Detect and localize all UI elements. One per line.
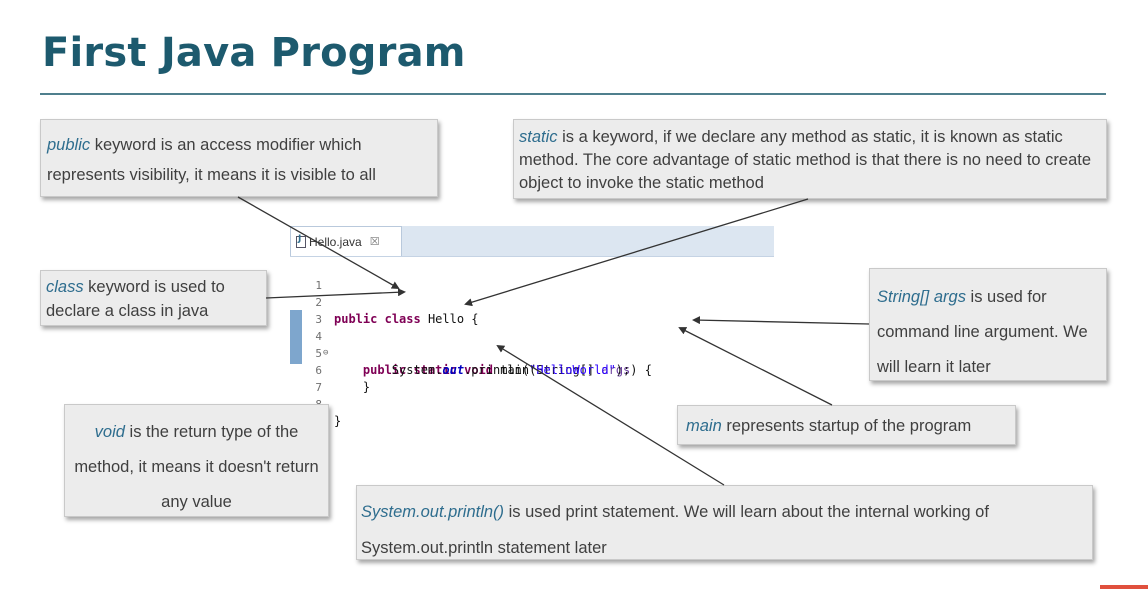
accent-bar: [1100, 585, 1148, 589]
println-keyword: System.out.println(): [361, 503, 505, 521]
tab-hello-java[interactable]: Hello.java ☒: [290, 226, 402, 256]
void-keyword: void: [94, 423, 125, 441]
code-line: 3: [290, 294, 774, 326]
code-line: 7: [290, 362, 774, 394]
code-line: 8 }: [290, 379, 774, 428]
slide-title: First Java Program: [42, 30, 466, 76]
close-icon[interactable]: ☒: [370, 235, 380, 248]
title-divider: [40, 93, 1106, 95]
code-area[interactable]: 1 2 public class Hello { 3 4 ⊖ public st…: [290, 257, 774, 428]
public-keyword: public: [47, 136, 91, 154]
class-keyword: class: [46, 278, 84, 296]
slide: First Java Program Hello.java ☒ 1 2 publ…: [0, 0, 1148, 592]
static-note: static is a keyword, if we declare any m…: [513, 119, 1107, 199]
main-note-text: represents startup of the program: [721, 417, 972, 435]
java-file-icon: [296, 234, 306, 248]
code-editor: Hello.java ☒ 1 2 public class Hello { 3 …: [290, 226, 774, 428]
code-line: 1: [290, 260, 774, 292]
string-args-keyword: String[] args: [877, 288, 966, 306]
static-keyword: static: [519, 128, 558, 146]
public-note-text: keyword is an access modifier which repr…: [47, 136, 376, 184]
public-note: public keyword is an access modifier whi…: [40, 119, 438, 197]
println-note: System.out.println() is used print state…: [356, 485, 1093, 560]
editor-tab-bar: Hello.java ☒: [290, 226, 774, 257]
string-args-note: String[] args is used for command line a…: [869, 268, 1107, 381]
class-note: class keyword is used to declare a class…: [40, 270, 267, 326]
code-line: 6 }: [290, 345, 774, 394]
main-note: main represents startup of the program: [677, 405, 1016, 445]
tab-label: Hello.java: [309, 234, 362, 249]
code-line: 5 System.out.println("HelloWorld");: [290, 328, 774, 377]
void-note: void is the return type of the method, i…: [64, 404, 329, 517]
static-note-text: is a keyword, if we declare any method a…: [519, 128, 1092, 192]
code-line: 4 ⊖ public static void main(String[] arg…: [290, 311, 774, 377]
code-text: }: [334, 414, 342, 428]
code-line: 2 public class Hello {: [290, 277, 774, 326]
main-keyword: main: [686, 417, 722, 435]
